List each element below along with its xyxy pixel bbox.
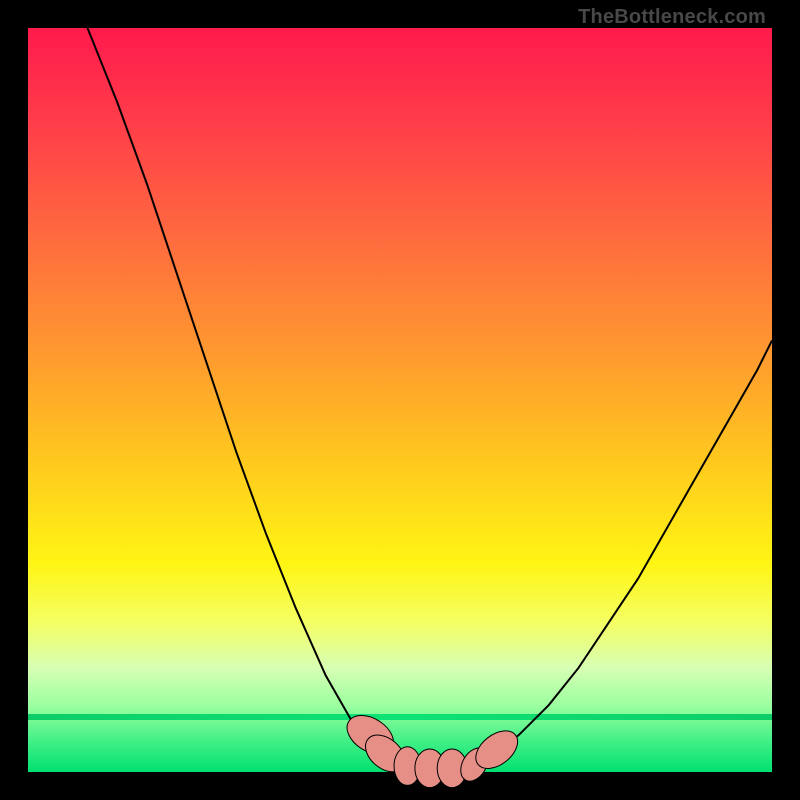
chart-plot-area [28,28,772,772]
chart-frame: TheBottleneck.com [0,0,800,800]
bottleneck-curve [88,28,772,769]
watermark-label: TheBottleneck.com [578,6,766,29]
chart-curve-layer [28,28,772,772]
